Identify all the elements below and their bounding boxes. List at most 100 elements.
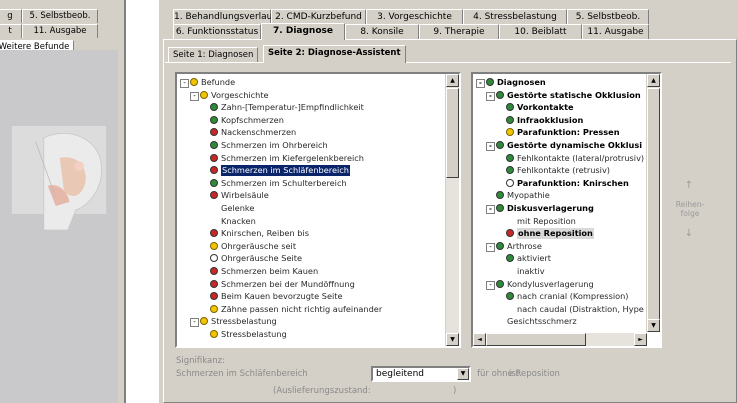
tree-expander-icon[interactable]: -: [190, 318, 199, 328]
status-green-icon: [506, 153, 514, 162]
diagnosen-tree[interactable]: - Diagnosen - Gestörte statische Okklusion V…: [471, 72, 662, 348]
tab-ausgabe[interactable]: 11. Ausgabe: [582, 24, 649, 39]
tree-expander-icon[interactable]: -: [486, 242, 495, 252]
left-tab-partial-2[interactable]: t: [0, 24, 22, 38]
left-tab-ausgabe[interactable]: 11. Ausgabe: [22, 24, 98, 38]
status-green-icon: [496, 191, 504, 200]
status-red-icon: [210, 279, 218, 288]
horizontal-scrollbar[interactable]: ◄ ►: [473, 333, 647, 346]
tree-expander-icon[interactable]: -: [486, 142, 495, 151]
status-red-icon: [210, 153, 218, 162]
status-green-icon: [506, 292, 514, 301]
left-tab-selbstbeob[interactable]: 5. Selbstbeob.: [22, 9, 98, 23]
befunde-tree[interactable]: - Befunde - Vorgeschichte Zahn-[Temperatur-]…: [175, 72, 461, 348]
left-content-area: [0, 50, 118, 403]
tab-selbstbeob[interactable]: 5. Selbstbeob.: [567, 9, 649, 24]
status-green-icon: [210, 103, 218, 112]
scroll-left-icon[interactable]: ◄: [473, 333, 486, 346]
tree-row-label: Beim Kauen bevorzugte Seite: [221, 291, 343, 302]
tab-funktionsstatus[interactable]: 6. Funktionsstatus: [173, 24, 261, 39]
status-red-icon: [506, 229, 514, 238]
tree-row-label: Stressbelastung: [221, 329, 287, 339]
move-down-icon[interactable]: ↓: [677, 228, 701, 239]
status-green-icon: [506, 166, 514, 175]
tab-cmd-kurzbefund[interactable]: 2. CMD-Kurzbefund: [271, 9, 366, 24]
tree-row-label: Wirbelsäule: [221, 190, 269, 201]
status-red-icon: [210, 166, 218, 175]
status-green-icon: [506, 103, 514, 112]
tab-konsile[interactable]: 8. Konsile: [345, 24, 419, 39]
left-tab-partial-1[interactable]: g: [0, 9, 22, 23]
status-red-icon: [210, 128, 218, 137]
tree-row-label: Gesichtsschmerz: [507, 316, 577, 327]
tab-behandlungsverlauf[interactable]: 1. Behandlungsverlauf: [173, 9, 276, 24]
tree-row-label: Gelenke: [221, 203, 255, 213]
tree-expander-icon[interactable]: -: [476, 79, 485, 88]
scroll-down-icon[interactable]: ▼: [647, 319, 660, 332]
tree-row-label: Schmerzen bei der Mundöffnung: [221, 278, 355, 289]
vertical-scrollbar[interactable]: ▲ ▼: [445, 74, 459, 346]
tree-row-label: Schmerzen im Schulterbereich: [221, 177, 347, 188]
scroll-up-icon[interactable]: ▲: [647, 74, 660, 87]
tree-row-label: Zahn-[Temperatur-]Empfindlichkeit: [221, 102, 364, 113]
tree-row-label: Zähne passen nicht richtig aufeinander: [221, 303, 383, 314]
tree-expander-icon[interactable]: -: [486, 280, 495, 290]
status-green-icon: [506, 254, 514, 263]
chevron-down-icon[interactable]: ▼: [457, 368, 469, 380]
tab-therapie[interactable]: 9. Therapie: [419, 24, 499, 39]
tab-stressbelastung[interactable]: 4. Stressbelastung: [463, 9, 567, 24]
tree-row-label: Gestörte statische Okklusion: [507, 89, 641, 100]
subtab-diagnosen[interactable]: Seite 1: Diagnosen: [168, 47, 259, 62]
tree-row-label: Kopfschmerzen: [221, 114, 284, 125]
tree-row-label: Diskusverlagerung: [507, 203, 594, 213]
tree-row-label: Kondylusverlagerung: [507, 278, 594, 289]
scroll-up-icon[interactable]: ▲: [446, 74, 459, 87]
scroll-down-icon[interactable]: ▼: [446, 333, 459, 346]
scroll-right-icon[interactable]: ►: [634, 333, 647, 346]
scroll-thumb-horizontal[interactable]: [486, 333, 586, 346]
tab-beiblatt[interactable]: 10. Beiblatt: [499, 24, 582, 39]
tree-row-label: Befunde: [201, 77, 236, 87]
status-green-icon: [210, 178, 218, 187]
left-window-frame: g 5. Selbstbeob. t 11. Ausgabe Weitere B…: [0, 0, 126, 403]
status-empty-icon: [506, 178, 514, 187]
status-green-icon: [496, 90, 504, 99]
status-yellow-icon: [210, 241, 218, 250]
fuer-label: für ohne Reposition: [477, 369, 560, 379]
tree-row-label: nach caudal (Distraktion, Hype: [517, 303, 644, 314]
tree-row-label: Infraokklusion: [517, 114, 584, 125]
tree-row-label: ohne Reposition: [517, 228, 594, 240]
scroll-thumb[interactable]: [446, 88, 459, 178]
status-green-icon: [496, 204, 504, 212]
status-yellow-icon: [200, 90, 208, 99]
tree-expander-icon[interactable]: -: [180, 79, 189, 88]
order-label-line2: folge: [680, 209, 700, 218]
tab-diagnose[interactable]: 7. Diagnose: [261, 23, 345, 40]
status-yellow-icon: [210, 304, 218, 313]
head-illustration: [11, 110, 107, 230]
subtab-diagnose-assistent[interactable]: Seite 2: Diagnose-Assistent: [263, 45, 406, 63]
status-yellow-icon: [210, 330, 218, 338]
status-red-icon: [210, 267, 218, 275]
tree-expander-icon[interactable]: -: [190, 91, 199, 101]
tree-row-label: Myopathie: [507, 190, 550, 201]
tree-row-label: aktiviert: [517, 253, 551, 264]
significance-combo[interactable]: begleitend ▼: [371, 366, 471, 382]
tree-row-label: mit Reposition: [517, 215, 576, 226]
status-red-icon: [210, 191, 218, 200]
delivery-state-label: (Auslieferungszustand:: [273, 386, 371, 396]
tree-row-label: Schmerzen beim Kauen: [221, 266, 319, 276]
scroll-thumb[interactable]: [647, 88, 660, 328]
left-window: g 5. Selbstbeob. t 11. Ausgabe Weitere B…: [0, 0, 126, 403]
tree-row-label: Nackenschmerzen: [221, 127, 297, 138]
tab-vorgeschichte[interactable]: 3. Vorgeschichte: [366, 9, 463, 24]
tree-expander-icon[interactable]: -: [486, 91, 495, 101]
status-red-icon: [210, 229, 218, 238]
tree-row-label: Schmerzen im Kiefergelenkbereich: [221, 152, 364, 163]
vertical-scrollbar[interactable]: ▲ ▼: [646, 74, 660, 332]
move-up-icon[interactable]: ↑: [677, 180, 701, 191]
tree-expander-icon[interactable]: -: [486, 205, 495, 214]
order-label: Reihen- folge: [673, 200, 707, 218]
order-label-line1: Reihen-: [675, 200, 705, 209]
tree-row-label: Diagnosen: [497, 77, 546, 87]
